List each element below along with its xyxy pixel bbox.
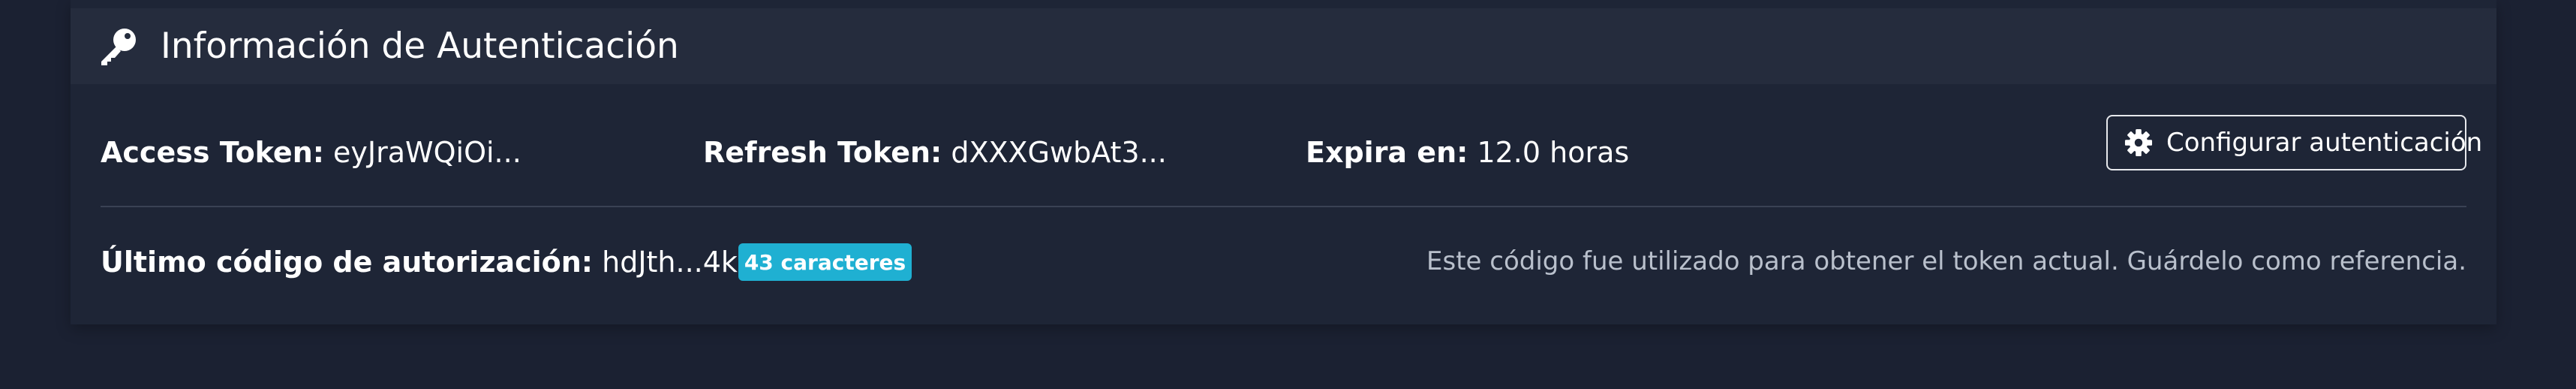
- char-count-badge: 43 caracteres: [738, 243, 912, 281]
- card-title: Información de Autenticación: [161, 26, 679, 67]
- access-token-label: Access Token:: [101, 136, 324, 169]
- expires-value: 12.0 horas: [1477, 136, 1630, 169]
- configure-auth-button[interactable]: Configurar autenticación: [2106, 115, 2482, 170]
- access-token-value: eyJraWQiOi...: [333, 136, 522, 169]
- key-icon: [101, 29, 136, 65]
- auth-code-field: Último código de autorización: hdJth...4…: [101, 248, 792, 276]
- refresh-token-label: Refresh Token:: [703, 136, 942, 169]
- gear-icon: [2124, 128, 2153, 157]
- card-header: Información de Autenticación: [71, 8, 2496, 84]
- auth-code-label: Último código de autorización:: [101, 246, 594, 279]
- auth-info-card: Información de Autenticación Access Toke…: [71, 0, 2496, 324]
- divider: [101, 206, 2466, 207]
- expires-field: Expira en: 12.0 horas: [1306, 138, 1629, 167]
- refresh-token-field: Refresh Token: dXXXGwbAt3...: [703, 138, 1167, 167]
- expires-label: Expira en:: [1306, 136, 1468, 169]
- access-token-field: Access Token: eyJraWQiOi...: [101, 138, 522, 167]
- refresh-token-value: dXXXGwbAt3...: [951, 136, 1167, 169]
- auth-code-note: Este código fue utilizado para obtener e…: [1426, 246, 2466, 276]
- configure-auth-button-label: Configurar autenticación: [2166, 128, 2483, 158]
